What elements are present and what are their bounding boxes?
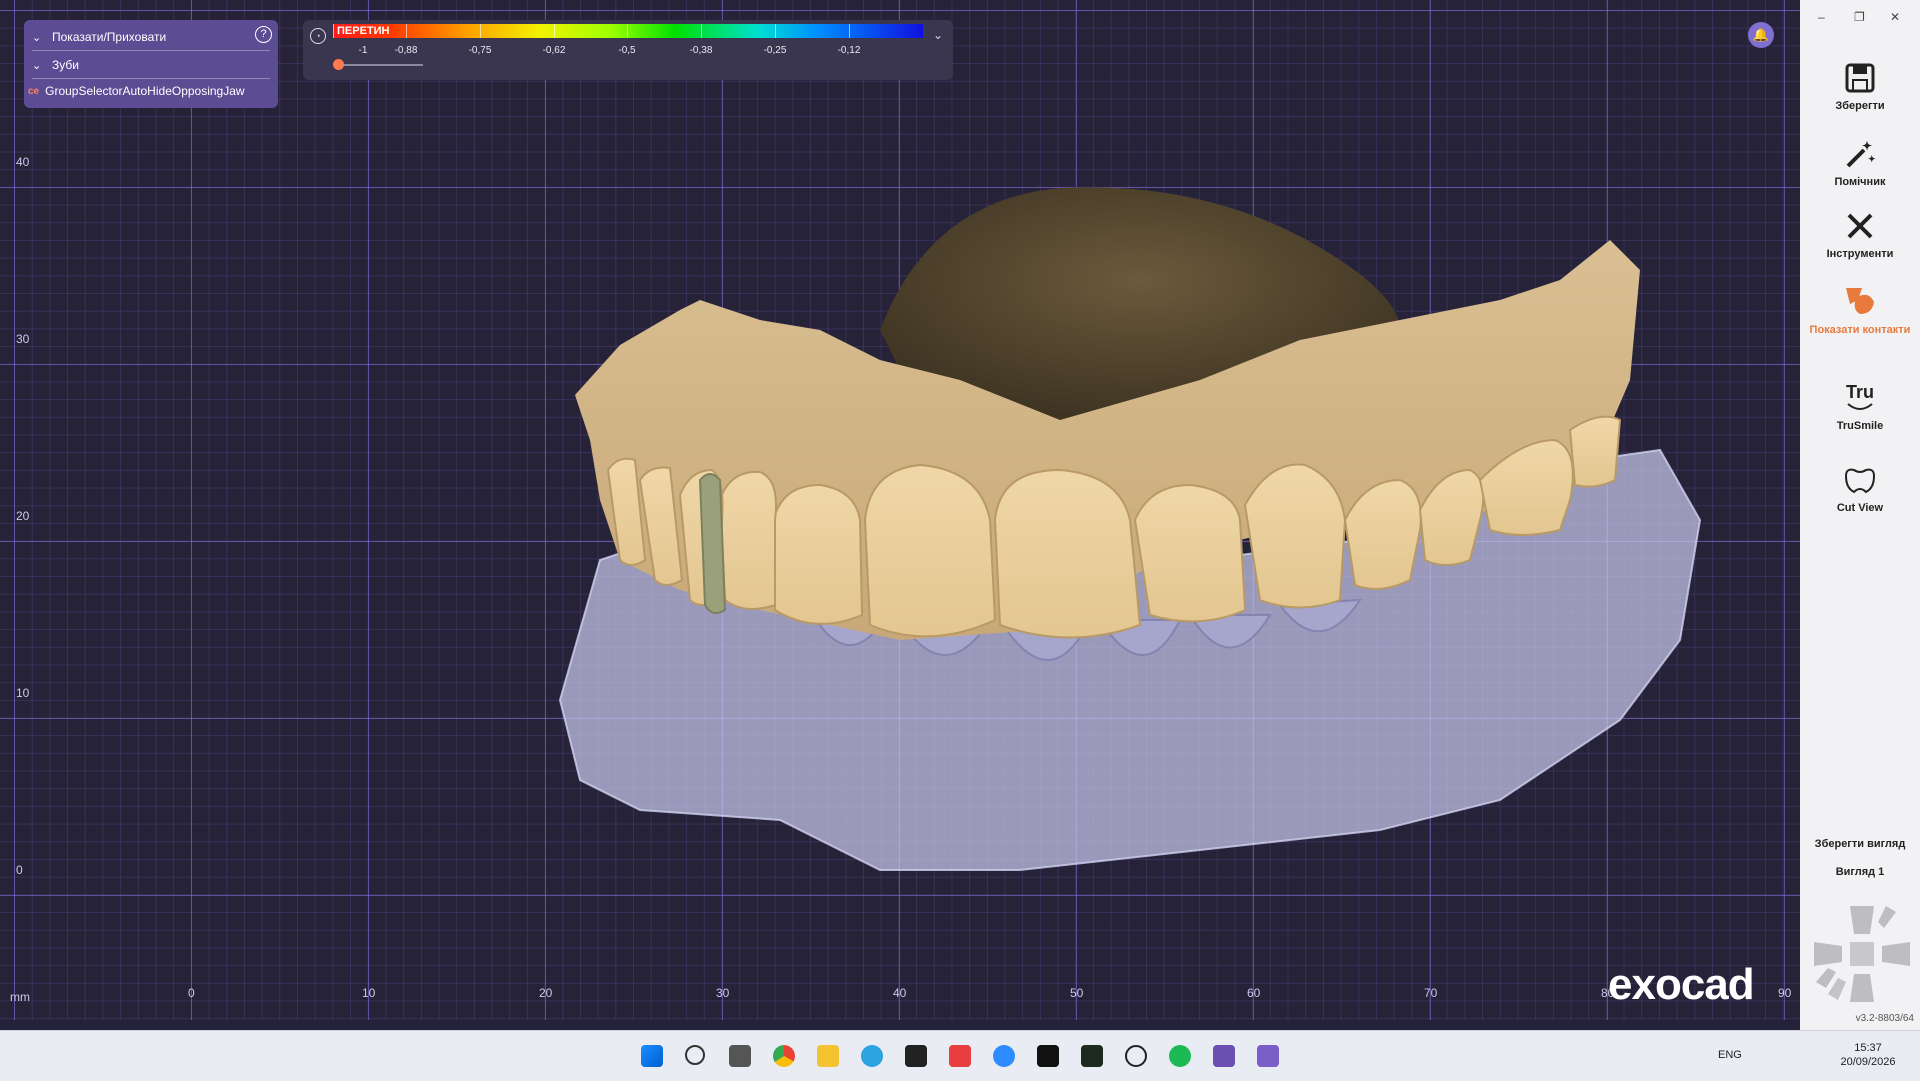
- scale-tick: [775, 24, 776, 38]
- green-tooth: [698, 473, 727, 615]
- sidebar-save-button[interactable]: Зберегти: [1800, 62, 1920, 113]
- language-indicator[interactable]: ENG: [1718, 1049, 1742, 1061]
- scale-tick-label: -0,25: [763, 45, 787, 56]
- sidebar-tools-button[interactable]: Інструменти: [1800, 210, 1920, 261]
- color-scale: ПЕРЕТИН -1 -0,88 -0,75 -0,62 -0,5 -0,38 …: [333, 24, 923, 56]
- anydesk-icon[interactable]: [949, 1045, 971, 1067]
- chatgpt-icon[interactable]: [1125, 1045, 1147, 1067]
- close-icon[interactable]: ✕: [1890, 10, 1900, 24]
- svg-text:✦: ✦: [1862, 139, 1872, 153]
- minimize-icon[interactable]: –: [1818, 10, 1825, 24]
- spotify-icon[interactable]: [1169, 1045, 1191, 1067]
- view-cube-icon[interactable]: [1812, 898, 1912, 1004]
- scale-tick: [333, 24, 334, 38]
- zoom-icon[interactable]: [993, 1045, 1015, 1067]
- svg-text:✦: ✦: [1868, 154, 1876, 164]
- contacts-mini-icon: ce: [28, 85, 40, 97]
- sidebar-wizard-button[interactable]: ✦ ✦ Помічник: [1800, 138, 1920, 189]
- exocad-cad-taskbar-icon[interactable]: [1257, 1045, 1279, 1067]
- save-icon: [1845, 63, 1875, 93]
- clock[interactable]: 15:37 20/09/2026: [1838, 1041, 1898, 1069]
- sidebar-label: Помічник: [1834, 176, 1886, 188]
- group-selector-item[interactable]: ce GroupSelectorAutoHideOpposingJaw: [28, 84, 245, 98]
- sidebar-label: Інструменти: [1826, 248, 1894, 260]
- show-hide-label: Показати/Приховати: [52, 30, 167, 44]
- telegram-icon[interactable]: [861, 1045, 883, 1067]
- help-icon[interactable]: ?: [255, 26, 272, 43]
- version-label: v3.2-8803/64: [1855, 1013, 1914, 1024]
- sidebar-label: Cut View: [1836, 502, 1884, 514]
- chevron-down-icon: ⌄: [32, 31, 42, 44]
- scale-tick-label: -0,62: [542, 45, 566, 56]
- threshold-slider-track[interactable]: [339, 64, 423, 66]
- teeth-toggle[interactable]: ⌄ Зуби: [32, 52, 270, 79]
- right-sidebar: – ❐ ✕ Зберегти ✦ ✦ Помічник Інструменти П…: [1800, 0, 1920, 1030]
- chevron-down-icon[interactable]: ⌄: [933, 28, 943, 42]
- scale-tick-label: -0,12: [837, 45, 861, 56]
- exocad-taskbar-icon[interactable]: [1213, 1045, 1235, 1067]
- notion-icon[interactable]: [905, 1045, 927, 1067]
- sidebar-label: Показати контакти: [1809, 324, 1911, 336]
- cut-view-icon: [1844, 468, 1876, 494]
- contacts-icon: [1846, 288, 1874, 314]
- scale-tick-label: -0,5: [618, 45, 636, 56]
- save-view-label[interactable]: Зберегти вигляд: [1800, 838, 1920, 850]
- sidebar-label: Зберегти: [1835, 100, 1885, 112]
- file-explorer-icon[interactable]: [817, 1045, 839, 1067]
- threshold-slider-knob[interactable]: [333, 59, 344, 70]
- scale-tick: [627, 24, 628, 38]
- scale-tick: [701, 24, 702, 38]
- svg-text:Tru: Tru: [1846, 382, 1874, 402]
- trusmile-icon: Tru: [1846, 382, 1874, 410]
- scale-tick: [849, 24, 850, 38]
- time-label: 15:37: [1854, 1042, 1882, 1054]
- teeth-label: Зуби: [52, 58, 79, 72]
- exocad-logo: exocad: [1608, 960, 1755, 1009]
- search-icon[interactable]: [685, 1045, 705, 1065]
- scale-tick-label: -1: [358, 45, 368, 56]
- tools-icon: [1847, 213, 1873, 239]
- taskbar: ENG 15:37 20/09/2026: [0, 1030, 1920, 1081]
- view-1-button[interactable]: Вигляд 1: [1800, 866, 1920, 878]
- sidebar-trusmile-button[interactable]: Tru TruSmile: [1800, 380, 1920, 433]
- chevron-down-icon: ⌄: [32, 59, 42, 72]
- scale-label: ПЕРЕТИН: [337, 25, 390, 37]
- intersection-scale-panel: ◔ ПЕРЕТИН -1 -0,88 -0,75 -0,62 -0,5 -0,3…: [303, 20, 953, 80]
- scale-tick: [480, 24, 481, 38]
- scale-tick-label: -0,88: [394, 45, 418, 56]
- start-icon[interactable]: [641, 1045, 663, 1067]
- scale-tick-label: -0,75: [468, 45, 492, 56]
- sidebar-label: TruSmile: [1836, 420, 1884, 432]
- sidebar-cut-view-button[interactable]: Cut View: [1800, 464, 1920, 515]
- chrome-icon[interactable]: [773, 1045, 795, 1067]
- gauge-icon[interactable]: ◔: [310, 28, 326, 44]
- scale-tick-label: -0,38: [689, 45, 713, 56]
- app-icon[interactable]: [1081, 1045, 1103, 1067]
- scale-tick: [406, 24, 407, 38]
- date-label: 20/09/2026: [1840, 1056, 1896, 1068]
- wizard-icon: ✦✦: [1846, 139, 1876, 168]
- group-selector-label: GroupSelectorAutoHideOpposingJaw: [45, 84, 245, 98]
- dental-model[interactable]: [0, 0, 1800, 1020]
- show-hide-panel: ⌄ Показати/Приховати ? ⌄ Зуби ce GroupSe…: [24, 20, 278, 108]
- tiktok-icon[interactable]: [1037, 1045, 1059, 1067]
- 3d-viewport[interactable]: 40 30 20 10 0 mm 0 10 20 30 40 50 60 70 …: [0, 0, 1800, 1020]
- sidebar-contacts-button[interactable]: Показати контакти: [1800, 282, 1920, 337]
- task-view-icon[interactable]: [729, 1045, 751, 1067]
- bell-icon[interactable]: 🔔: [1748, 22, 1774, 48]
- restore-icon[interactable]: ❐: [1854, 10, 1865, 24]
- scale-tick: [554, 24, 555, 38]
- show-hide-toggle[interactable]: ⌄ Показати/Приховати: [32, 24, 270, 51]
